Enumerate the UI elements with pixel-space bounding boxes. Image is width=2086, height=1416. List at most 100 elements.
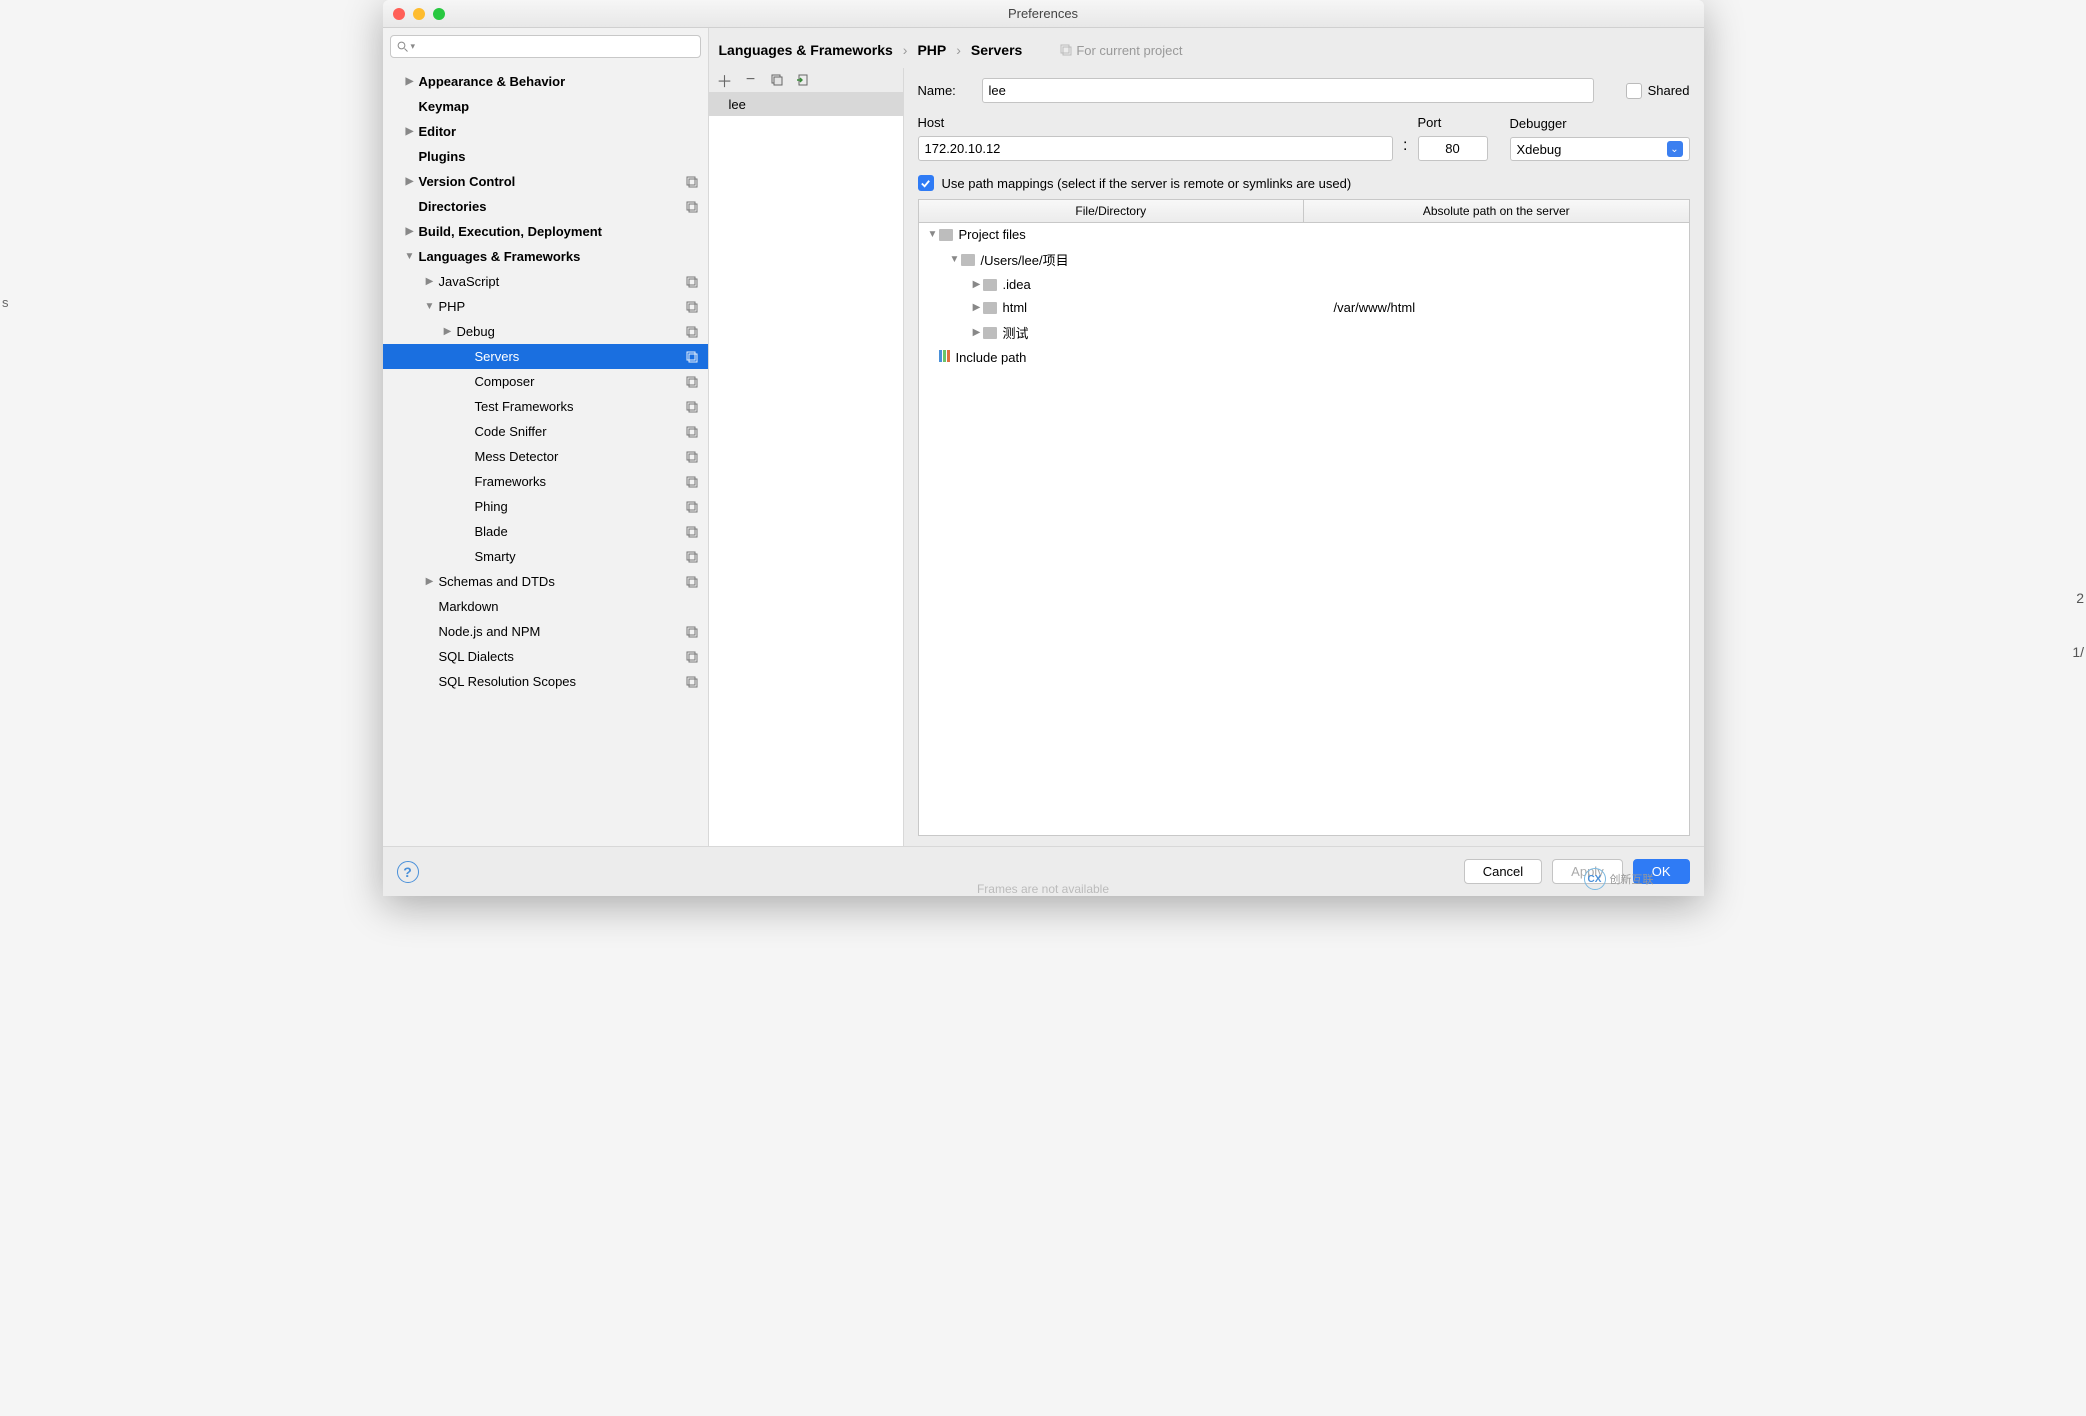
sidebar-item[interactable]: ▼Languages & Frameworks (383, 244, 708, 269)
sidebar-item[interactable]: SQL Resolution Scopes (383, 669, 708, 694)
absolute-path[interactable]: /var/www/html (1326, 300, 1689, 315)
copy-icon (686, 426, 698, 438)
sidebar-item[interactable]: Blade (383, 519, 708, 544)
copy-icon (686, 576, 698, 588)
sidebar-item[interactable]: Code Sniffer (383, 419, 708, 444)
shared-checkbox[interactable] (1626, 83, 1642, 99)
path-row[interactable]: ▼ /Users/lee/项目 (919, 246, 1689, 273)
copy-icon (686, 551, 698, 563)
sidebar-item-label: Appearance & Behavior (419, 74, 566, 89)
add-button[interactable]: ＋ (717, 72, 733, 88)
sidebar-item-label: Markdown (439, 599, 499, 614)
tree-arrow-icon: ▶ (425, 576, 435, 587)
crumb-item: PHP (917, 42, 946, 58)
sidebar-item[interactable]: Plugins (383, 144, 708, 169)
sidebar-item[interactable]: ▶Appearance & Behavior (383, 69, 708, 94)
sidebar-item[interactable]: SQL Dialects (383, 644, 708, 669)
sidebar-item[interactable]: ▶Build, Execution, Deployment (383, 219, 708, 244)
debugger-select[interactable]: Xdebug ⌄ (1510, 137, 1690, 161)
server-form: Name: Shared Host : (904, 68, 1704, 846)
sidebar-item[interactable]: ▶Schemas and DTDs (383, 569, 708, 594)
folder-icon (983, 302, 997, 314)
tree-arrow-icon: ▼ (927, 229, 939, 240)
copy-icon (686, 526, 698, 538)
path-mappings-label: Use path mappings (select if the server … (942, 176, 1352, 191)
path-row[interactable]: Include path (919, 346, 1689, 369)
chevron-right-icon: › (903, 42, 908, 58)
path-tree[interactable]: ▼ Project files ▼ /Users/lee/项目 ▶ .idea ▶html/… (919, 223, 1689, 835)
sidebar-item[interactable]: ▶JavaScript (383, 269, 708, 294)
list-toolbar: ＋ − (709, 68, 903, 93)
sidebar-item[interactable]: ▶Editor (383, 119, 708, 144)
path-row[interactable]: ▶html/var/www/html (919, 296, 1689, 319)
edge-text: s (2, 295, 9, 310)
path-row[interactable]: ▼ Project files (919, 223, 1689, 246)
tree-arrow-icon: ▼ (425, 301, 435, 312)
copy-button[interactable] (769, 72, 785, 88)
copy-icon (686, 176, 698, 188)
copy-icon (686, 276, 698, 288)
host-input[interactable] (918, 136, 1394, 161)
settings-tree[interactable]: ▶Appearance & BehaviorKeymap▶EditorPlugi… (383, 65, 708, 846)
sidebar-item-label: SQL Dialects (439, 649, 514, 664)
path-label: Project files (959, 227, 1026, 242)
sidebar-item-label: Blade (475, 524, 508, 539)
search-container: ▾ (383, 28, 708, 65)
sidebar-item[interactable]: Test Frameworks (383, 394, 708, 419)
sidebar-item-label: Test Frameworks (475, 399, 574, 414)
sidebar-item[interactable]: Markdown (383, 594, 708, 619)
th-absolute-path: Absolute path on the server (1304, 200, 1689, 222)
servers-list[interactable]: lee (709, 93, 903, 846)
copy-icon (686, 326, 698, 338)
sidebar-item-label: Build, Execution, Deployment (419, 224, 602, 239)
help-button[interactable]: ? (397, 861, 419, 883)
sidebar-item[interactable]: Composer (383, 369, 708, 394)
folder-icon (961, 254, 975, 266)
sidebar-item[interactable]: Directories (383, 194, 708, 219)
sidebar-item-label: Version Control (419, 174, 516, 189)
copy-icon (686, 476, 698, 488)
remove-button[interactable]: − (743, 72, 759, 88)
debugger-label: Debugger (1510, 116, 1690, 131)
sidebar-item[interactable]: Mess Detector (383, 444, 708, 469)
tree-arrow-icon: ▶ (971, 327, 983, 338)
tree-arrow-icon: ▼ (949, 254, 961, 265)
path-label: .idea (1003, 277, 1031, 292)
include-path-icon (939, 350, 956, 365)
import-button[interactable] (795, 72, 811, 88)
copy-icon (686, 651, 698, 663)
sidebar-item[interactable]: Smarty (383, 544, 708, 569)
sidebar-item[interactable]: Node.js and NPM (383, 619, 708, 644)
colon: : (1393, 137, 1417, 161)
name-input[interactable] (982, 78, 1594, 103)
sidebar-item-label: PHP (439, 299, 466, 314)
sidebar-item[interactable]: Servers (383, 344, 708, 369)
project-icon (1060, 44, 1072, 56)
copy-icon (686, 501, 698, 513)
chevron-right-icon: › (956, 42, 961, 58)
port-input[interactable] (1418, 136, 1488, 161)
path-row[interactable]: ▶ 测试 (919, 319, 1689, 346)
tree-arrow-icon: ▶ (971, 279, 983, 290)
host-label: Host (918, 115, 1394, 130)
path-label: /Users/lee/项目 (981, 250, 1069, 269)
search-input[interactable]: ▾ (390, 35, 701, 58)
sidebar-item[interactable]: Frameworks (383, 469, 708, 494)
copy-icon (686, 676, 698, 688)
sidebar-item[interactable]: ▶Debug (383, 319, 708, 344)
sidebar-item[interactable]: Keymap (383, 94, 708, 119)
sidebar-item[interactable]: ▶Version Control (383, 169, 708, 194)
sidebar-item-label: Smarty (475, 549, 516, 564)
preferences-window: Preferences ▾ ▶Appearance & BehaviorKeym… (383, 0, 1704, 896)
sidebar-item[interactable]: Phing (383, 494, 708, 519)
sidebar-item[interactable]: ▼ PHP (383, 294, 708, 319)
cancel-button[interactable]: Cancel (1464, 859, 1542, 884)
sidebar-item-label: Debug (457, 324, 495, 339)
copy-icon (686, 401, 698, 413)
path-label: 测试 (1003, 323, 1029, 342)
path-row[interactable]: ▶ .idea (919, 273, 1689, 296)
sidebar-item-label: Phing (475, 499, 508, 514)
search-icon (397, 41, 409, 53)
server-item[interactable]: lee (709, 93, 903, 116)
path-mappings-checkbox[interactable] (918, 175, 934, 191)
